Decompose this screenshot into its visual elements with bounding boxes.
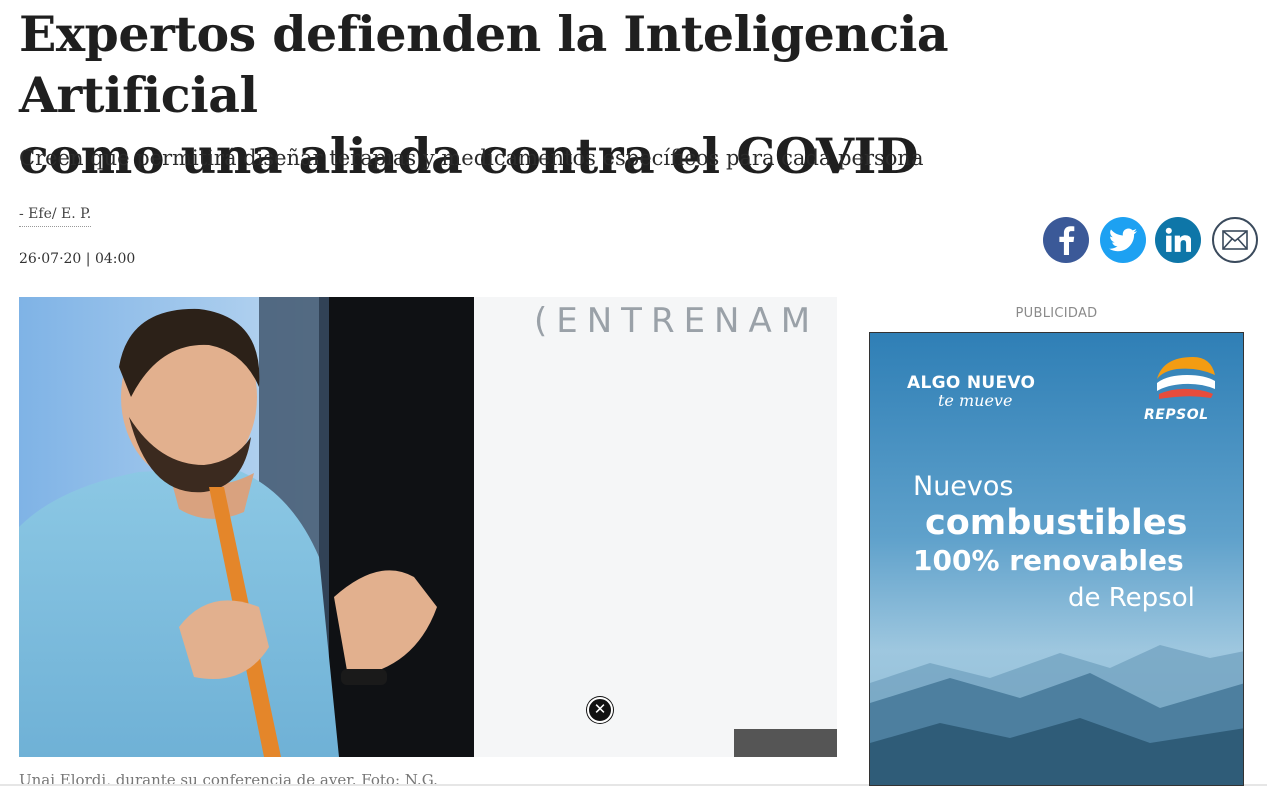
linkedin-icon <box>1165 227 1191 252</box>
article-photo: (ENTRENAM <box>19 297 837 757</box>
backdrop-text: (ENTRENAM <box>534 301 819 341</box>
mail-icon <box>1222 230 1248 250</box>
close-overlay-button[interactable]: ✕ <box>587 697 613 723</box>
twitter-icon <box>1109 228 1137 252</box>
article-datetime: 26·07·20 | 04:00 <box>19 251 136 267</box>
ad-brand-name: REPSOL <box>1144 407 1209 423</box>
twitter-share-button[interactable] <box>1100 217 1146 263</box>
ad-headline-line-1: Nuevos <box>913 471 1014 502</box>
headline-line-1: Expertos defienden la Inteligencia Artif… <box>19 5 949 124</box>
ad-headline-line-4: de Repsol <box>1068 583 1195 613</box>
ad-tagline: ALGO NUEVO <box>907 373 1036 393</box>
article-subtitle: Creen que permitirá diseñar terapias y m… <box>19 146 924 170</box>
repsol-ad-banner[interactable]: ALGO NUEVO te mueve REPSOL Nuevos combus… <box>869 332 1244 786</box>
repsol-logo-icon <box>1157 357 1215 399</box>
email-share-button[interactable] <box>1212 217 1258 263</box>
ad-headline-line-3: 100% renovables <box>913 544 1184 577</box>
article-byline[interactable]: - Efe/ E. P. <box>19 206 92 227</box>
ad-headline-line-2: combustibles <box>925 503 1188 543</box>
ad-label: PUBLICIDAD <box>1015 306 1098 321</box>
facebook-icon <box>1059 226 1075 255</box>
linkedin-share-button[interactable] <box>1155 217 1201 263</box>
ad-tagline-script: te mueve <box>938 391 1013 410</box>
facebook-share-button[interactable] <box>1043 217 1089 263</box>
